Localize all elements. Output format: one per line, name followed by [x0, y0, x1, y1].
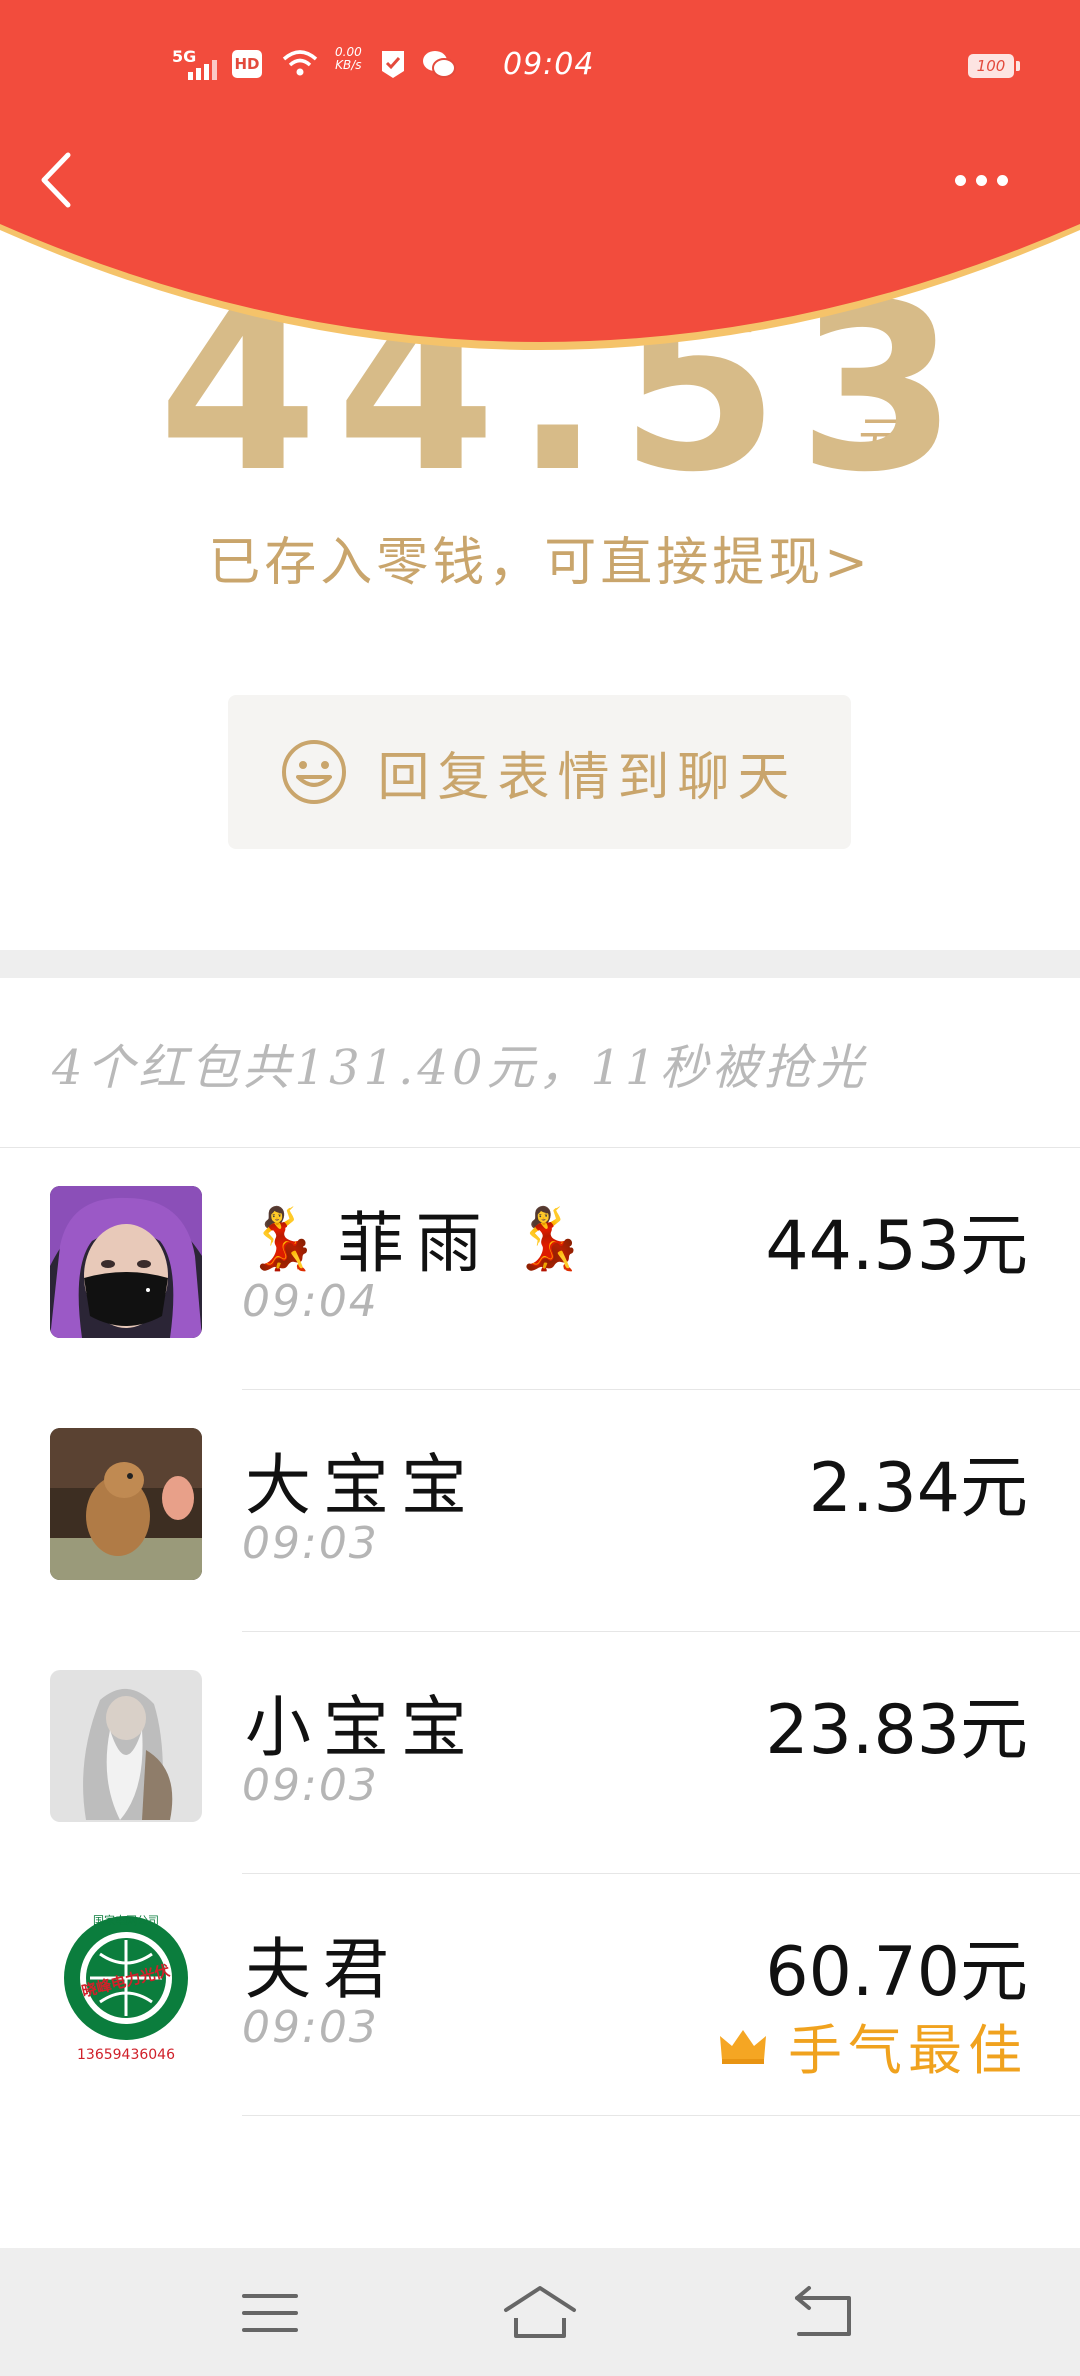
- smiley-icon: [282, 740, 347, 804]
- grab-time: 09:04: [242, 1276, 379, 1327]
- avatar[interactable]: [50, 1428, 202, 1580]
- back-button[interactable]: [30, 145, 90, 215]
- member-name: 大宝宝: [245, 1447, 479, 1524]
- envelope-summary: 4个红包共131.40元，11秒被抢光: [52, 1040, 868, 1096]
- home-icon: [504, 2286, 576, 2338]
- name-line: 💃 菲雨 💃: [245, 1190, 586, 1286]
- list-item[interactable]: 小宝宝 09:03 23.83元: [0, 1632, 1080, 1874]
- avatar[interactable]: [50, 1670, 202, 1822]
- status-bar: 5G HD 0.00 KB/s 09:04 100: [0, 36, 1080, 92]
- member-name: 菲雨: [337, 1205, 494, 1282]
- grab-amount: 60.70元: [765, 1933, 1028, 2012]
- more-dots-icon: [955, 174, 966, 186]
- grab-amount: 2.34元: [808, 1449, 1028, 1528]
- list-item[interactable]: 💃 菲雨 💃 09:04 44.53元: [0, 1148, 1080, 1390]
- system-nav-bar: [0, 2248, 1080, 2376]
- reply-sticker-button[interactable]: 回复表情到聊天: [228, 695, 851, 849]
- avatar[interactable]: 国家电网公司 晓峰电力光伏 13659436046: [50, 1912, 202, 2064]
- hd-badge: HD: [232, 50, 262, 78]
- dancer-emoji: 💃: [511, 1203, 587, 1274]
- name-line: 夫君: [245, 1916, 401, 2012]
- name-line: 大宝宝: [245, 1432, 479, 1528]
- withdraw-link[interactable]: 已存入零钱，可直接提现>: [0, 520, 1080, 595]
- more-dot: [997, 174, 1008, 186]
- home-button[interactable]: [500, 2278, 580, 2348]
- status-time: 09:04: [503, 46, 595, 82]
- avatar-top-text: 国家电网公司: [93, 1913, 159, 1927]
- grab-amount: 23.83元: [765, 1691, 1028, 1770]
- grab-amount: 44.53元: [765, 1207, 1028, 1286]
- member-name: 夫君: [245, 1931, 401, 2008]
- return-button[interactable]: [785, 2278, 865, 2348]
- more-button[interactable]: [955, 160, 1035, 200]
- dancer-emoji: 💃: [245, 1203, 320, 1274]
- reply-sticker-label: 回复表情到聊天: [377, 747, 798, 808]
- battery-icon: 100: [968, 54, 1020, 78]
- crown-icon: [720, 2029, 766, 2064]
- return-icon: [795, 2286, 851, 2336]
- wechat-icon: [422, 36, 456, 92]
- wifi-icon: [282, 36, 318, 92]
- menu-button[interactable]: [230, 2278, 310, 2348]
- chevron-left-icon: [41, 152, 71, 208]
- best-luck-label: 手气最佳: [788, 2019, 1028, 2082]
- list-item[interactable]: 国家电网公司 晓峰电力光伏 13659436046 夫君 09:03 60.70…: [0, 1874, 1080, 2116]
- svg-text:5G: 5G: [172, 47, 196, 66]
- name-line: 小宝宝: [245, 1674, 479, 1770]
- grab-time: 09:03: [242, 1518, 379, 1569]
- section-divider: [0, 950, 1080, 978]
- net-speed: 0.00 KB/s: [335, 45, 362, 72]
- signal-icon: 5G: [172, 36, 222, 92]
- more-dot: [976, 174, 987, 186]
- member-name: 小宝宝: [245, 1689, 479, 1766]
- best-luck-badge: 手气最佳: [718, 2006, 1028, 2085]
- red-envelope-header: 5G HD 0.00 KB/s 09:04 100: [0, 0, 1080, 380]
- menu-icon: [242, 2294, 298, 2332]
- avatar-phone-text: 13659436046: [77, 2047, 175, 2063]
- list-item[interactable]: 大宝宝 09:03 2.34元: [0, 1390, 1080, 1632]
- row-divider: [242, 2115, 1080, 2116]
- grab-time: 09:03: [242, 2002, 379, 2053]
- shield-check-icon: [380, 36, 406, 92]
- grab-time: 09:03: [242, 1760, 379, 1811]
- avatar[interactable]: [50, 1186, 202, 1338]
